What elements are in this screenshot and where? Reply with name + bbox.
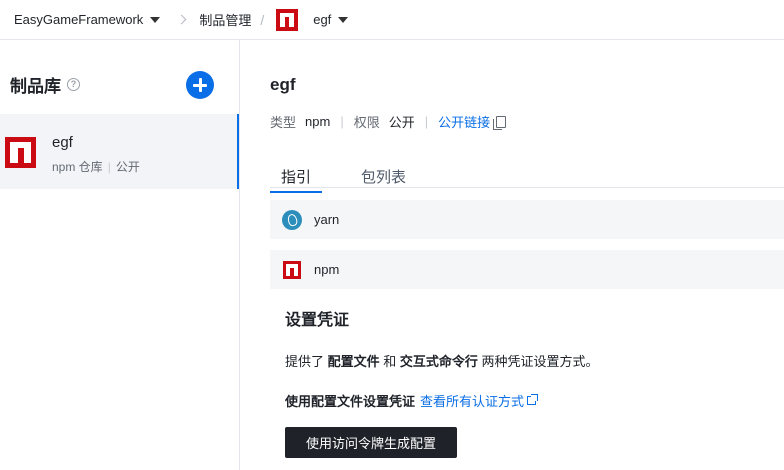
- chevron-down-icon: [150, 16, 161, 23]
- section-title: 设置凭证: [285, 312, 350, 329]
- top-navigation-bar: EasyGameFramework 制品管理 / egf: [0, 0, 784, 40]
- desc-suffix: 两种凭证设置方式。: [477, 354, 599, 369]
- package-manager-label: yarn: [314, 212, 340, 227]
- page-title: egf: [270, 75, 296, 94]
- chevron-down-icon: [338, 16, 349, 23]
- repo-type: npm 仓库: [52, 160, 103, 174]
- generate-config-button[interactable]: 使用访问令牌生成配置: [285, 427, 457, 458]
- type-value: npm: [305, 114, 331, 129]
- package-manager-label: npm: [314, 262, 340, 277]
- config-credentials-row: 使用配置文件设置凭证 查看所有认证方式: [285, 391, 539, 410]
- view-all-auth-link[interactable]: 查看所有认证方式: [420, 391, 539, 410]
- credentials-description: 提供了 配置文件 和 交互式命令行 两种凭证设置方式。: [285, 351, 599, 370]
- config-heading: 使用配置文件设置凭证: [285, 394, 416, 409]
- repo-meta-row: 类型 npm | 权限 公开 | 公开链接: [270, 112, 507, 131]
- permission-label: 权限: [353, 115, 380, 130]
- desc-prefix: 提供了: [285, 354, 328, 369]
- sidebar-item-egf[interactable]: egf npm 仓库 | 公开: [0, 114, 239, 189]
- type-label: 类型: [270, 115, 297, 130]
- tab-bar: 指引 包列表: [270, 162, 784, 193]
- sidebar-header: 制品库 ?: [10, 72, 80, 97]
- package-manager-yarn[interactable]: yarn: [270, 200, 784, 239]
- divider: |: [340, 114, 344, 129]
- repo-meta: npm 仓库 | 公开: [52, 158, 140, 175]
- add-repository-button[interactable]: [186, 71, 214, 99]
- sidebar-title: 制品库: [10, 77, 61, 96]
- breadcrumb-repo-label: egf: [313, 12, 332, 27]
- public-link[interactable]: 公开链接: [438, 112, 490, 131]
- yarn-logo-icon: [282, 209, 302, 230]
- main-content: egf 类型 npm | 权限 公开 | 公开链接 指引 包列表 yarn np…: [241, 40, 784, 470]
- help-icon[interactable]: ?: [67, 78, 80, 91]
- external-link-icon: [527, 394, 539, 405]
- permission-value: 公开: [388, 115, 415, 130]
- tab-guide[interactable]: 指引: [270, 166, 323, 193]
- divider: |: [107, 160, 111, 174]
- breadcrumb-project[interactable]: EasyGameFramework: [14, 12, 161, 27]
- breadcrumb-section-label: 制品管理: [199, 13, 252, 28]
- chevron-right-icon: [176, 14, 187, 25]
- repo-visibility: 公开: [115, 160, 140, 174]
- desc-and: 和: [379, 354, 400, 369]
- desc-interactive-cli: 交互式命令行: [399, 354, 478, 369]
- breadcrumb-repo[interactable]: egf: [276, 8, 349, 31]
- view-all-auth-label: 查看所有认证方式: [420, 394, 525, 409]
- repo-name: egf: [52, 134, 73, 151]
- npm-logo-icon: [283, 260, 301, 279]
- package-manager-npm[interactable]: npm: [270, 250, 784, 289]
- tab-package-list[interactable]: 包列表: [361, 166, 406, 187]
- npm-logo-icon: [5, 137, 36, 168]
- breadcrumb-project-label: EasyGameFramework: [14, 12, 144, 27]
- npm-logo-icon: [276, 8, 299, 31]
- breadcrumb-section[interactable]: 制品管理: [199, 10, 251, 29]
- copy-icon[interactable]: [493, 115, 507, 130]
- desc-config-file: 配置文件: [327, 354, 380, 369]
- divider: |: [424, 114, 429, 129]
- sidebar: 制品库 ? egf npm 仓库 | 公开: [0, 40, 240, 470]
- breadcrumb-separator: /: [260, 11, 265, 28]
